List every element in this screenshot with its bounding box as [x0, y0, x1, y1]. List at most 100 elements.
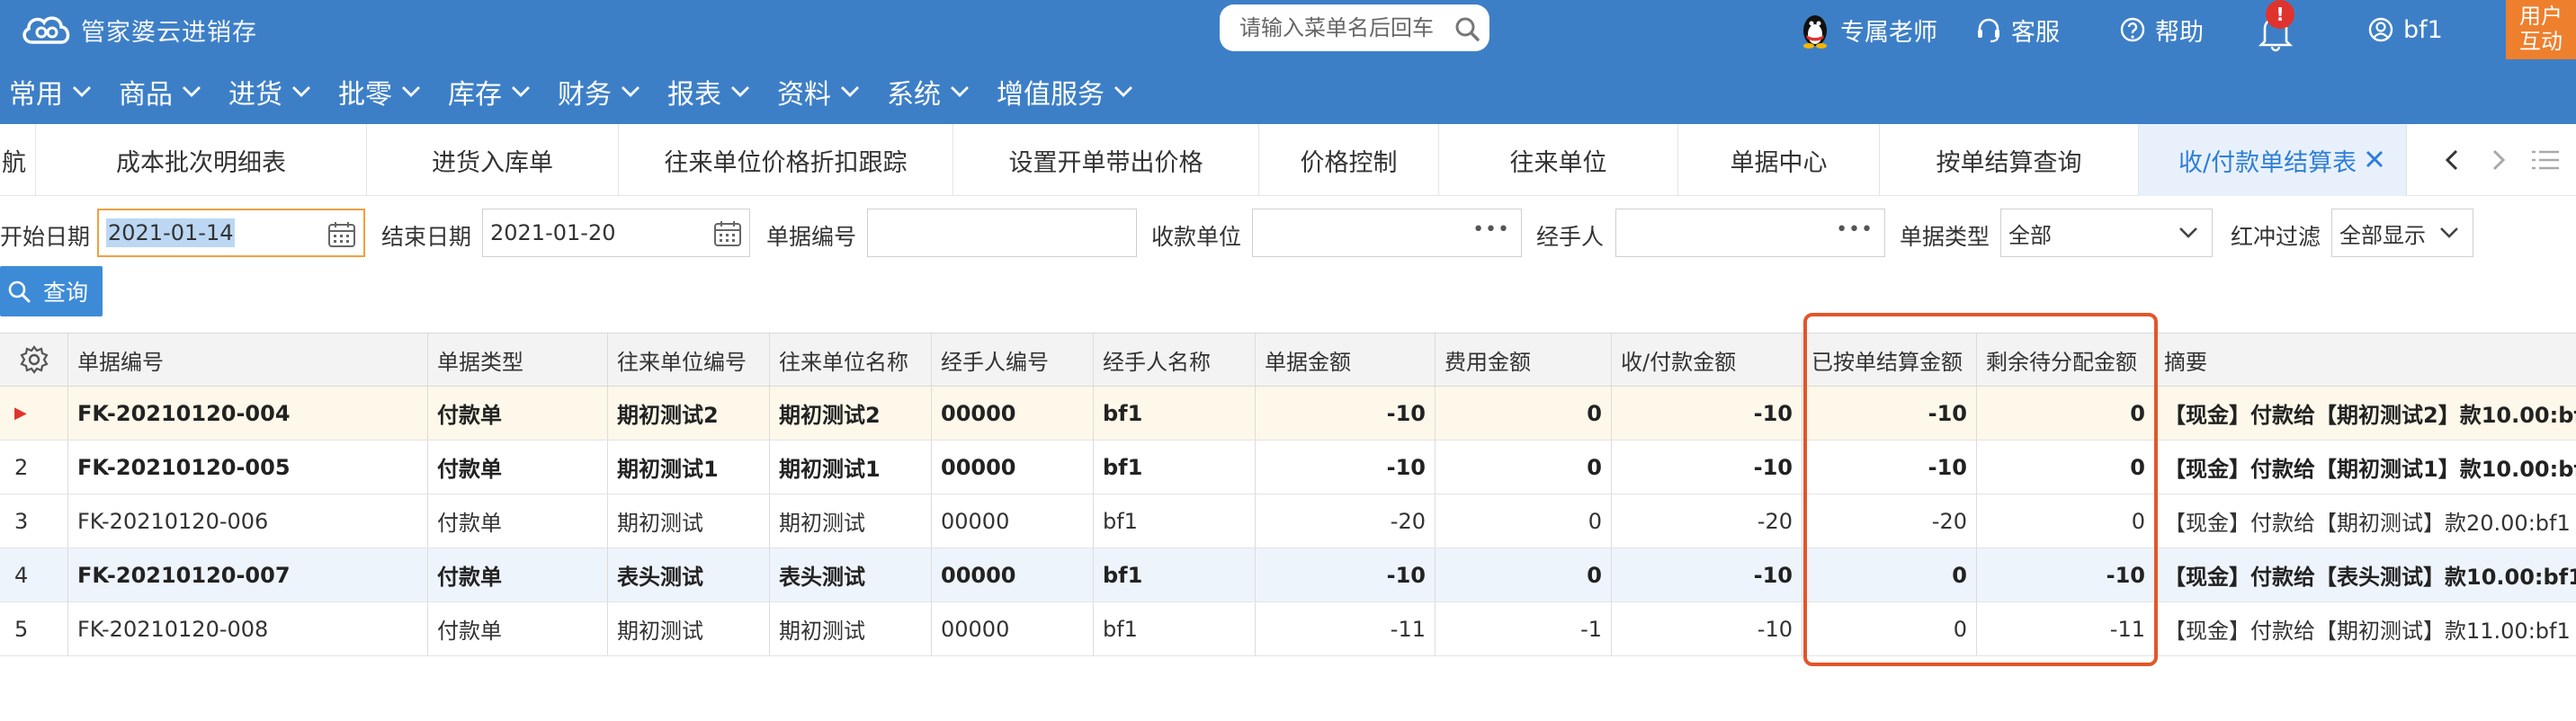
cell-remaining-amount[interactable]: -11: [1977, 602, 2155, 655]
cell-settled-amount[interactable]: -10: [1802, 387, 1977, 440]
cell-handler-code[interactable]: 00000: [932, 548, 1094, 601]
cell-doc-no[interactable]: FK-20210120-006: [68, 494, 428, 547]
column-settings-button[interactable]: [0, 334, 68, 386]
cell-doc-amount[interactable]: -20: [1256, 494, 1436, 547]
cell-payment-amount[interactable]: -10: [1612, 602, 1802, 655]
cell-doc-type[interactable]: 付款单: [428, 494, 608, 547]
cell-summary[interactable]: 【现金】付款给【期初测试2】款10.00:bf1: [2155, 387, 2576, 440]
cell-partner-name[interactable]: 期初测试2: [770, 387, 932, 440]
menu-item[interactable]: 批零: [338, 72, 421, 111]
cell-doc-no[interactable]: FK-20210120-004: [68, 387, 428, 440]
tab-document-center[interactable]: 单据中心: [1678, 124, 1880, 196]
tab-payment-settlement-report[interactable]: 收/付款单结算表: [2139, 124, 2407, 196]
cell-doc-amount[interactable]: -10: [1256, 548, 1436, 601]
cell-handler-code[interactable]: 00000: [932, 602, 1094, 655]
menu-item[interactable]: 报表: [667, 72, 750, 111]
more-options-icon[interactable]: •••: [1472, 218, 1510, 241]
cell-partner-name[interactable]: 期初测试: [770, 602, 932, 655]
cell-payment-amount[interactable]: -10: [1612, 441, 1802, 494]
user-menu[interactable]: bf1: [2367, 7, 2443, 52]
cell-summary[interactable]: 【现金】付款给【期初测试1】款10.00:bf1: [2155, 441, 2576, 494]
cell-remaining-amount[interactable]: 0: [1977, 441, 2155, 494]
cell-settled-amount[interactable]: 0: [1802, 548, 1977, 601]
column-header-handler-code[interactable]: 经手人编号: [932, 334, 1094, 386]
cell-summary[interactable]: 【现金】付款给【期初测试】款20.00:bf1: [2155, 494, 2576, 547]
cell-doc-amount[interactable]: -10: [1256, 387, 1436, 440]
cell-partner-code[interactable]: 表头测试: [608, 548, 770, 601]
menu-item[interactable]: 增值服务: [997, 72, 1133, 111]
menu-item[interactable]: 常用: [9, 72, 92, 111]
column-header-doc-amount[interactable]: 单据金额: [1256, 334, 1436, 386]
cell-settled-amount[interactable]: -10: [1802, 441, 1977, 494]
tab-price-discount-tracking[interactable]: 往来单位价格折扣跟踪: [619, 124, 953, 196]
cell-settled-amount[interactable]: -20: [1802, 494, 1977, 547]
doc-type-select[interactable]: 全部: [2000, 209, 2213, 257]
cell-fee-amount[interactable]: 0: [1436, 441, 1612, 494]
cell-handler-name[interactable]: bf1: [1094, 387, 1256, 440]
cell-summary[interactable]: 【现金】付款给【表头测试】款10.00:bf1: [2155, 548, 2576, 601]
table-row[interactable]: 3 FK-20210120-006 付款单 期初测试 期初测试 00000 bf1 -20 0-…: [0, 494, 2576, 548]
tab-scroll-right[interactable]: [2475, 124, 2522, 196]
app-logo[interactable]: 管家婆云进销存: [20, 9, 257, 50]
cell-payment-amount[interactable]: -10: [1612, 548, 1802, 601]
cell-partner-name[interactable]: 期初测试: [770, 494, 932, 547]
cell-doc-amount[interactable]: -11: [1256, 602, 1436, 655]
cell-doc-type[interactable]: 付款单: [428, 387, 608, 440]
cell-settled-amount[interactable]: 0: [1802, 602, 1977, 655]
column-header-payment-amount[interactable]: 收/付款金额: [1612, 334, 1802, 386]
cell-doc-no[interactable]: FK-20210120-008: [68, 602, 428, 655]
doc-no-field[interactable]: [867, 209, 1137, 257]
cell-doc-no[interactable]: FK-20210120-007: [68, 548, 428, 601]
table-row[interactable]: 4 FK-20210120-007 付款单 表头测试 表头测试 00000 bf1 -10 0-…: [0, 548, 2576, 602]
column-header-remaining-amount[interactable]: 剩余待分配金额: [1977, 334, 2155, 386]
menu-item[interactable]: 进货: [228, 72, 311, 111]
cell-doc-type[interactable]: 付款单: [428, 441, 608, 494]
table-row[interactable]: 2 FK-20210120-005 付款单 期初测试1 期初测试1 00000 bf1 -10…: [0, 441, 2576, 494]
cell-fee-amount[interactable]: 0: [1436, 494, 1612, 547]
tab-partial[interactable]: 航: [0, 124, 36, 196]
cell-payment-amount[interactable]: -20: [1612, 494, 1802, 547]
cell-fee-amount[interactable]: 0: [1436, 548, 1612, 601]
dedicated-teacher-link[interactable]: 专属老师: [1799, 7, 1937, 52]
column-header-fee-amount[interactable]: 费用金额: [1436, 334, 1612, 386]
cell-partner-code[interactable]: 期初测试: [608, 602, 770, 655]
column-header-doc-type[interactable]: 单据类型: [428, 334, 608, 386]
help-link[interactable]: 帮助: [2119, 7, 2204, 52]
menu-item[interactable]: 资料: [777, 72, 860, 111]
cell-handler-name[interactable]: bf1: [1094, 494, 1256, 547]
tab-settlement-query[interactable]: 按单结算查询: [1880, 124, 2139, 196]
cell-doc-no[interactable]: FK-20210120-005: [68, 441, 428, 494]
query-button[interactable]: 查询: [0, 266, 103, 316]
menu-search[interactable]: [1220, 4, 1489, 51]
more-options-icon[interactable]: •••: [1836, 218, 1874, 241]
tab-list-menu[interactable]: [2522, 124, 2569, 196]
table-row[interactable]: ▶ FK-20210120-004 付款单 期初测试2 期初测试2 00000 bf1 -10…: [0, 387, 2576, 441]
column-header-doc-no[interactable]: 单据编号: [68, 334, 428, 386]
column-header-handler-name[interactable]: 经手人名称: [1094, 334, 1256, 386]
cell-doc-type[interactable]: 付款单: [428, 548, 608, 601]
table-row[interactable]: 5 FK-20210120-008 付款单 期初测试 期初测试 00000 bf1 -11 -1…: [0, 602, 2576, 656]
cell-partner-code[interactable]: 期初测试: [608, 494, 770, 547]
tab-cost-batch-detail[interactable]: 成本批次明细表: [36, 124, 367, 196]
cell-handler-name[interactable]: bf1: [1094, 548, 1256, 601]
column-header-settled-amount[interactable]: 已按单结算金额: [1802, 334, 1977, 386]
tab-purchase-receipt[interactable]: 进货入库单: [367, 124, 619, 196]
cell-handler-code[interactable]: 00000: [932, 387, 1094, 440]
tab-default-price-settings[interactable]: 设置开单带出价格: [953, 124, 1259, 196]
red-flush-select[interactable]: 全部显示: [2331, 209, 2473, 257]
tab-partner-units[interactable]: 往来单位: [1439, 124, 1678, 196]
column-header-partner-name[interactable]: 往来单位名称: [770, 334, 932, 386]
menu-item[interactable]: 商品: [119, 72, 201, 111]
cell-partner-name[interactable]: 期初测试1: [770, 441, 932, 494]
cell-payment-amount[interactable]: -10: [1612, 387, 1802, 440]
handler-field[interactable]: •••: [1615, 209, 1885, 257]
calendar-icon[interactable]: [713, 220, 742, 247]
column-header-partner-code[interactable]: 往来单位编号: [608, 334, 770, 386]
menu-item[interactable]: 库存: [448, 72, 531, 111]
cell-remaining-amount[interactable]: 0: [1977, 494, 2155, 547]
cell-remaining-amount[interactable]: -10: [1977, 548, 2155, 601]
cell-partner-name[interactable]: 表头测试: [770, 548, 932, 601]
cell-fee-amount[interactable]: 0: [1436, 387, 1612, 440]
calendar-icon[interactable]: [327, 221, 356, 248]
end-date-field[interactable]: 2021-01-20: [482, 209, 750, 257]
